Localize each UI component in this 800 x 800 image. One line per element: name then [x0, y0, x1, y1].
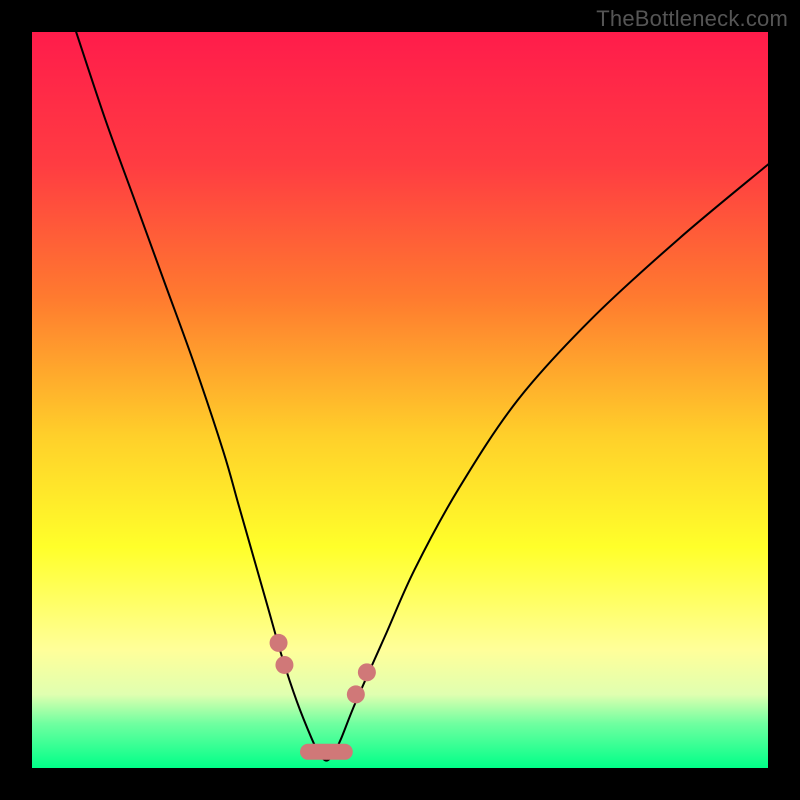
bottleneck-curve [76, 32, 768, 761]
highlight-markers [270, 634, 376, 760]
curve-layer [32, 32, 768, 768]
marker-capsule [300, 744, 353, 760]
marker-dot [270, 634, 288, 652]
marker-dot [347, 685, 365, 703]
marker-dot [275, 656, 293, 674]
plot-area [32, 32, 768, 768]
chart-frame: TheBottleneck.com [0, 0, 800, 800]
marker-dot [358, 663, 376, 681]
watermark-text: TheBottleneck.com [596, 6, 788, 32]
